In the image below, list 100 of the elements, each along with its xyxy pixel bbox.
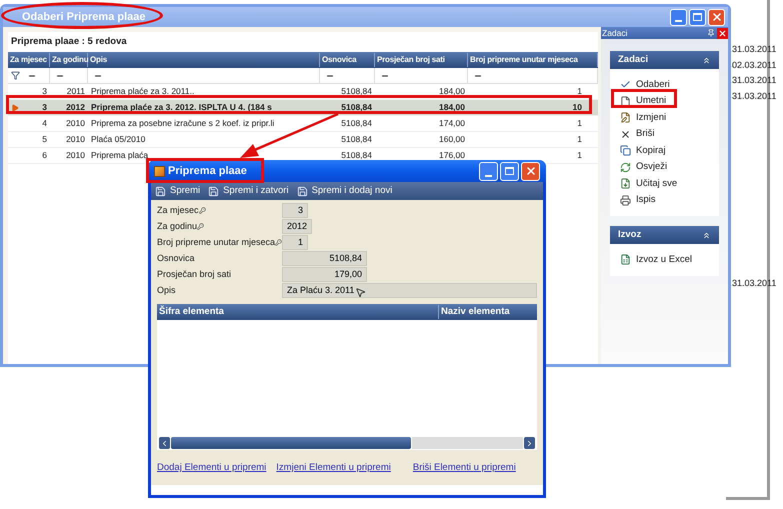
- close-icon: [524, 165, 536, 177]
- table-cell: 1: [577, 118, 582, 128]
- table-cell: 3: [42, 102, 47, 112]
- table-cell: Priprema plaća: [91, 150, 148, 160]
- filter-icon[interactable]: [10, 71, 20, 80]
- list-date: 02.03.2011: [732, 60, 776, 70]
- column-header[interactable]: Prosječan broj sati: [375, 53, 468, 67]
- edit-icon: [620, 112, 631, 124]
- save-icon: [155, 186, 166, 196]
- close-icon: [718, 28, 727, 38]
- copy-icon: [620, 145, 631, 156]
- task-link[interactable]: Briši: [620, 126, 709, 142]
- table-cell: 6: [42, 150, 47, 160]
- input-field[interactable]: 2012: [282, 219, 312, 234]
- delete-icon: [620, 128, 631, 140]
- scroll-right-button[interactable]: [524, 437, 535, 449]
- toolbar-button[interactable]: Spremi i dodaj novi: [296, 184, 392, 198]
- input-field[interactable]: 1: [282, 235, 308, 250]
- task-link[interactable]: Izvoz u Excel: [620, 252, 709, 268]
- group-header[interactable]: Zadaci: [610, 51, 719, 69]
- scroll-thumb[interactable]: [171, 437, 411, 449]
- table-cell: 2010: [66, 150, 85, 160]
- collapse-icon[interactable]: [702, 230, 711, 240]
- grid-caption: Priprema plaae : 5 redova: [11, 34, 127, 49]
- table-cell: 10: [572, 102, 582, 112]
- table-cell: 3: [42, 86, 47, 96]
- task-link[interactable]: Umetni: [620, 94, 709, 109]
- link[interactable]: Izmjeni Elementi u pripremi: [276, 461, 391, 476]
- table-cell: Priprema za posebne izračune s 2 koef. iz pripr.li: [91, 118, 274, 128]
- input-field[interactable]: 179,00: [282, 267, 367, 282]
- input-field[interactable]: 3: [282, 203, 308, 218]
- field-label: Broj pripreme unutar mjeseca: [157, 236, 276, 249]
- document-icon: [620, 96, 631, 107]
- window-title: Priprema plaae: [168, 164, 247, 179]
- maximize-button[interactable]: [689, 8, 706, 26]
- link[interactable]: Briši Elementi u pripremi: [412, 461, 516, 476]
- table-cell: 160,00: [439, 134, 465, 144]
- input-field[interactable]: 5108,84: [282, 251, 367, 266]
- task-link[interactable]: Učitaj sve: [620, 176, 709, 192]
- toolbar-button[interactable]: Spremi i zatvori: [208, 184, 289, 198]
- table-cell: 184,00: [439, 86, 465, 96]
- table-cell: 5108,84: [341, 118, 372, 128]
- table-cell: 5108,84: [341, 102, 372, 112]
- column-header[interactable]: Za mjesec: [8, 53, 50, 67]
- link[interactable]: Dodaj Elementi u pripremi: [157, 461, 266, 476]
- minimize-button[interactable]: [670, 8, 687, 26]
- input-field[interactable]: Za Plaću 3. 2011: [282, 283, 537, 298]
- task-link[interactable]: Izmjeni: [620, 110, 709, 126]
- column-header[interactable]: Broj pripreme unutar mjeseca: [468, 53, 598, 67]
- pane-title: Zadaci: [602, 27, 628, 39]
- collapse-icon[interactable]: [702, 56, 711, 64]
- table-cell: 2012: [66, 102, 85, 112]
- app-icon: [154, 166, 165, 176]
- table-cell: 184,00: [439, 102, 465, 112]
- table-cell: 1: [577, 134, 582, 144]
- close-icon: [710, 11, 722, 23]
- column-header[interactable]: Opis: [88, 53, 320, 67]
- field-label: Za godinu: [157, 220, 198, 233]
- pin-icon[interactable]: [707, 29, 715, 37]
- row-pointer-icon: [11, 104, 19, 112]
- load-icon: [620, 178, 631, 190]
- caret-left-icon: [160, 438, 169, 448]
- save-icon: [296, 186, 308, 196]
- refresh-icon: [620, 162, 631, 173]
- group-header[interactable]: Izvoz: [610, 226, 719, 244]
- table-cell: 5108,84: [341, 134, 372, 144]
- scroll-left-button[interactable]: [159, 437, 170, 449]
- table-cell: Priprema plaće za 3. 2011..: [91, 86, 194, 96]
- column-header[interactable]: Naziv elementa: [439, 304, 537, 320]
- save-icon: [208, 186, 220, 196]
- cursor-icon: [355, 287, 366, 298]
- close-button[interactable]: [521, 162, 540, 180]
- horizontal-scrollbar[interactable]: [157, 436, 537, 450]
- table-cell: 5: [42, 134, 47, 144]
- table-cell: 2010: [66, 134, 85, 144]
- table-cell: 1: [577, 86, 582, 96]
- table-cell: Priprema plaće za 3. 2012. ISPLTA U 4. (184 s: [91, 102, 272, 112]
- column-header[interactable]: Za godinu: [50, 53, 88, 67]
- table-cell: 176,00: [439, 150, 465, 160]
- table-cell: 2011: [66, 86, 85, 96]
- spreadsheet-icon: [620, 254, 631, 266]
- minimize-button[interactable]: [479, 162, 498, 180]
- task-link[interactable]: Kopiraj: [620, 143, 709, 158]
- task-link[interactable]: Ispis: [620, 192, 709, 208]
- list-date: 31.03.2011: [732, 75, 776, 85]
- pane-close-button[interactable]: [717, 28, 728, 38]
- column-header[interactable]: Šifra elementa: [157, 304, 439, 320]
- table-cell: 5108,84: [341, 150, 372, 160]
- task-link[interactable]: Osvježi: [620, 160, 709, 175]
- close-button[interactable]: [708, 8, 725, 26]
- table-cell: 4: [42, 118, 47, 128]
- maximize-button[interactable]: [500, 162, 519, 180]
- table-cell: 174,00: [439, 118, 465, 128]
- column-header[interactable]: Osnovica: [320, 53, 375, 67]
- task-link[interactable]: Odaberi: [620, 77, 709, 92]
- list-date: 31.03.2011: [732, 278, 776, 288]
- table-cell: 5108,84: [341, 86, 372, 96]
- field-label: Prosječan broj sati: [157, 268, 232, 281]
- field-label: Opis: [157, 284, 176, 297]
- toolbar-button[interactable]: Spremi: [155, 184, 200, 198]
